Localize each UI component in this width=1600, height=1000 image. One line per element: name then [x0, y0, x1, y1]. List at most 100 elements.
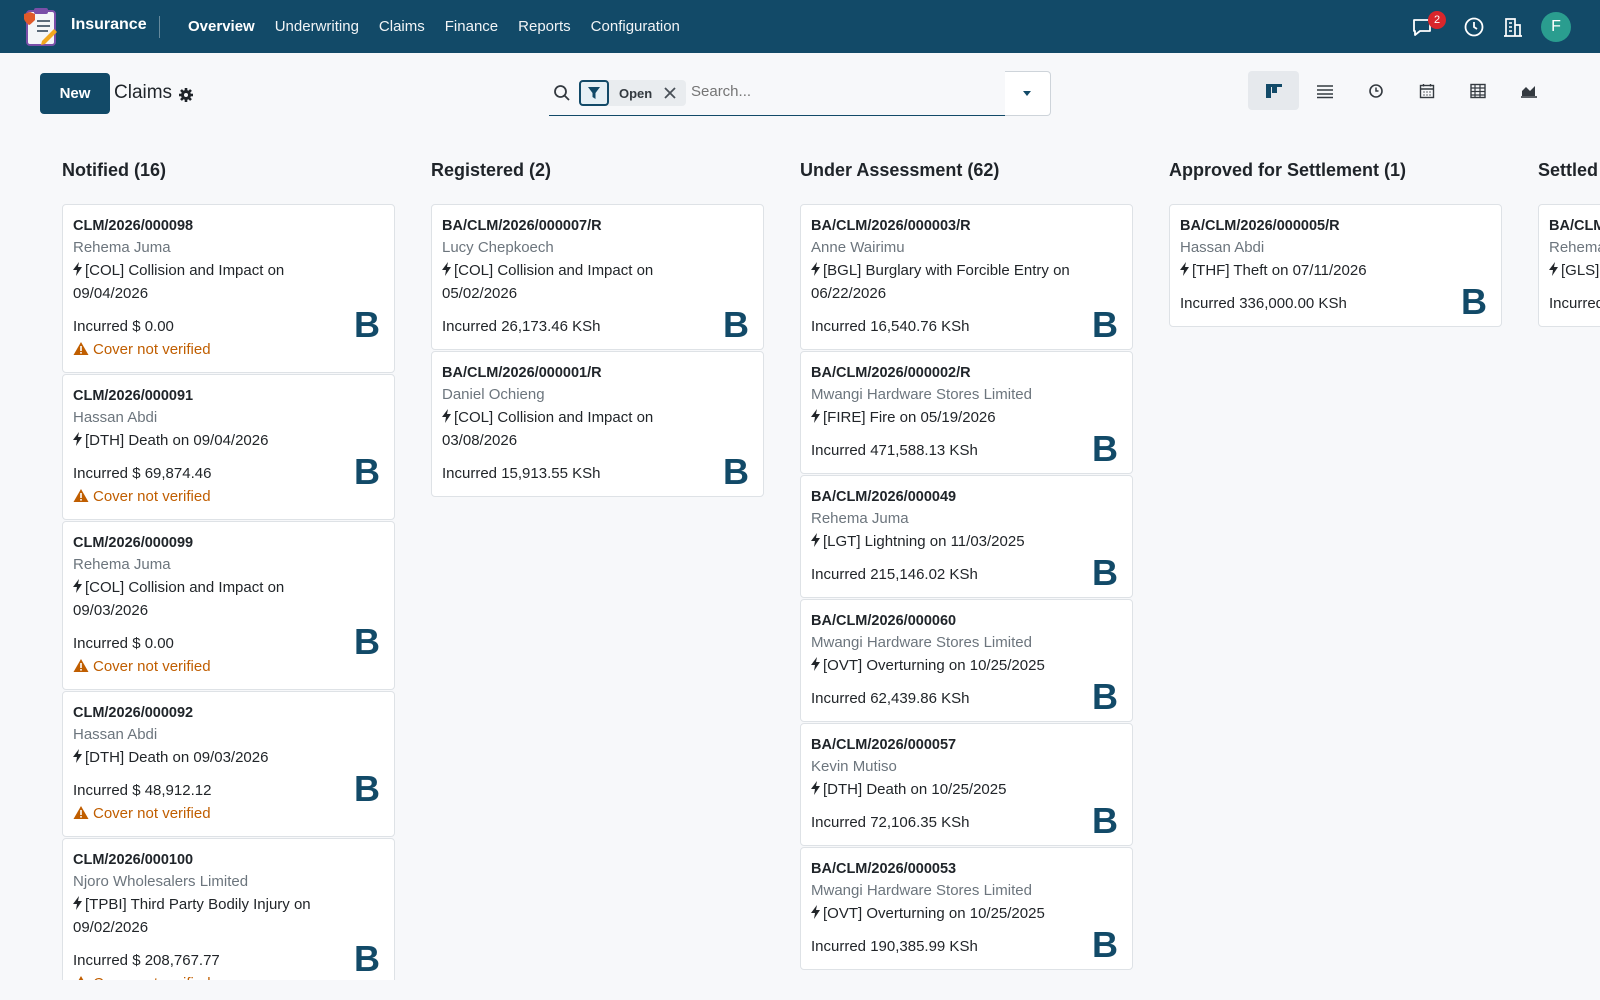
menu-finance[interactable]: Finance	[435, 18, 508, 35]
claim-partner: Mwangi Hardware Stores Limited	[811, 882, 1032, 899]
claim-reference: BA/CLM/2026/000049	[811, 489, 957, 505]
app-name[interactable]: Insurance	[71, 16, 147, 34]
claim-incurred: Incurred	[1549, 295, 1600, 312]
column-title[interactable]: Under Assessment (62)	[800, 160, 999, 181]
claim-incurred: Incurred $ 0.00	[73, 318, 174, 335]
claim-reference: BA/CLM/2026/000002/R	[811, 365, 971, 381]
claim-loss-line: [BGL] Burglary with Forcible Entry on 06…	[811, 259, 1122, 305]
claim-card[interactable]: BA/CLM/2026/000049 Rehema Juma [LGT] Light…	[800, 475, 1133, 598]
new-button[interactable]: New	[40, 73, 110, 114]
claim-card[interactable]: BA/CLM/2026/000057 Kevin Mutiso [DTH] Deat…	[800, 723, 1133, 846]
clock-icon[interactable]	[1462, 15, 1486, 39]
company-logo: B	[723, 451, 749, 492]
list-view-icon	[1316, 84, 1333, 98]
claim-loss: [COL] Collision and Impact on 05/02/2026	[442, 262, 654, 302]
claim-incurred: Incurred 190,385.99 KSh	[811, 938, 978, 955]
column-title[interactable]: Settled	[1538, 160, 1598, 181]
claim-reference: BA/CLM/2026/000004/R	[1549, 218, 1600, 234]
claim-incurred: Incurred 26,173.46 KSh	[442, 318, 601, 335]
claim-reference: CLM/2026/000099	[73, 535, 194, 551]
claim-partner: Rehema Juma	[811, 510, 909, 527]
bolt-icon	[1549, 260, 1558, 276]
claim-card[interactable]: BA/CLM/2026/000003/R Anne Wairimu [BGL] Bu…	[800, 204, 1133, 350]
nav-separator	[159, 16, 160, 38]
claim-partner: Hassan Abdi	[73, 409, 158, 426]
menu-underwriting[interactable]: Underwriting	[265, 18, 369, 35]
company-logo: B	[1092, 924, 1118, 965]
card-list: CLM/2026/000098 Rehema Juma [COL] Collisio…	[62, 204, 395, 980]
kanban-column: Under Assessment (62) BA/CLM/2026/000003/…	[800, 140, 1133, 980]
claim-loss-line: [TPBI] Third Party Bodily Injury on 09/0…	[73, 893, 384, 939]
kanban-view-button[interactable]	[1248, 71, 1299, 110]
claim-loss-line: [THF] Theft on 07/11/2026	[1180, 259, 1491, 282]
menu-configuration[interactable]: Configuration	[581, 18, 690, 35]
menu-reports[interactable]: Reports	[508, 18, 581, 35]
cover-warning-text: Cover not verified	[93, 975, 211, 980]
bolt-icon	[811, 655, 820, 671]
claim-card[interactable]: BA/CLM/2026/000005/R Hassan Abdi [THF] The…	[1169, 204, 1502, 327]
menu-overview[interactable]: Overview	[178, 18, 265, 35]
column-title[interactable]: Notified (16)	[62, 160, 166, 181]
claim-card[interactable]: CLM/2026/000099 Rehema Juma [COL] Collisio…	[62, 521, 395, 690]
claim-loss: [OVT] Overturning on 10/25/2025	[823, 657, 1045, 674]
claim-loss: [BGL] Burglary with Forcible Entry on 06…	[811, 262, 1070, 302]
claim-incurred: Incurred 62,439.86 KSh	[811, 690, 970, 707]
claim-reference: CLM/2026/000092	[73, 705, 194, 721]
user-avatar[interactable]: F	[1541, 12, 1571, 42]
card-list: BA/CLM/2026/000005/R Hassan Abdi [THF] The…	[1169, 204, 1502, 328]
claim-incurred: Incurred 15,913.55 KSh	[442, 465, 601, 482]
search-options-toggle[interactable]	[1005, 71, 1051, 116]
gear-icon[interactable]	[178, 87, 194, 103]
insurance-app-icon[interactable]	[20, 5, 62, 47]
claim-card[interactable]: BA/CLM/2026/000053 Mwangi Hardware Stores…	[800, 847, 1133, 970]
claim-card[interactable]: CLM/2026/000092 Hassan Abdi [DTH] Death on…	[62, 691, 395, 837]
column-title[interactable]: Approved for Settlement (1)	[1169, 160, 1406, 181]
claim-loss-line: [COL] Collision and Impact on 09/04/2026	[73, 259, 384, 305]
claim-card[interactable]: BA/CLM/2026/000004/R Rehema Juma [GLS] Gla…	[1538, 204, 1600, 327]
company-logo: B	[1092, 676, 1118, 717]
claim-card[interactable]: BA/CLM/2026/000001/R Daniel Ochieng [COL] …	[431, 351, 764, 497]
bolt-icon	[811, 903, 820, 919]
list-view-button[interactable]	[1299, 71, 1350, 110]
search-input[interactable]	[691, 83, 991, 100]
claim-loss: [COL] Collision and Impact on 09/04/2026	[73, 262, 285, 302]
claim-card[interactable]: CLM/2026/000100 Njoro Wholesalers Limited…	[62, 838, 395, 980]
claim-card[interactable]: BA/CLM/2026/000002/R Mwangi Hardware Stor…	[800, 351, 1133, 474]
claim-incurred: Incurred 471,588.13 KSh	[811, 442, 978, 459]
view-switcher	[1248, 71, 1554, 110]
company-icon[interactable]	[1501, 15, 1525, 39]
claim-partner: Njoro Wholesalers Limited	[73, 873, 249, 890]
close-icon[interactable]	[660, 83, 680, 103]
claim-card[interactable]: BA/CLM/2026/000007/R Lucy Chepkoech [COL] …	[431, 204, 764, 350]
bolt-icon	[1180, 260, 1189, 276]
cover-warning-text: Cover not verified	[93, 658, 211, 675]
claim-loss: [LGT] Lightning on 11/03/2025	[823, 533, 1025, 550]
claim-incurred: Incurred 336,000.00 KSh	[1180, 295, 1347, 312]
claim-card[interactable]: CLM/2026/000098 Rehema Juma [COL] Collisio…	[62, 204, 395, 373]
activity-view-button[interactable]	[1350, 71, 1401, 110]
bolt-icon	[73, 577, 82, 593]
claim-loss-line: [DTH] Death on 09/04/2026	[73, 429, 384, 452]
cover-warning: Cover not verified	[73, 485, 384, 508]
cover-warning: Cover not verified	[73, 972, 384, 980]
graph-view-button[interactable]	[1503, 71, 1554, 110]
claim-card[interactable]: CLM/2026/000091 Hassan Abdi [DTH] Death on…	[62, 374, 395, 520]
claim-partner: Rehema Juma	[73, 556, 171, 573]
bolt-icon	[73, 747, 82, 763]
search-bar: Open	[549, 71, 1005, 116]
company-logo: B	[723, 304, 749, 345]
bolt-icon	[442, 407, 451, 423]
caret-down-icon	[1023, 91, 1031, 96]
top-navbar: Insurance Overview Underwriting Claims F…	[0, 0, 1600, 53]
search-icon[interactable]	[553, 84, 571, 102]
column-title[interactable]: Registered (2)	[431, 160, 551, 181]
claim-partner: Anne Wairimu	[811, 239, 905, 256]
warning-icon	[73, 804, 89, 819]
claim-partner: Hassan Abdi	[1180, 239, 1265, 256]
bolt-icon	[811, 779, 820, 795]
menu-claims[interactable]: Claims	[369, 18, 435, 35]
claim-incurred: Incurred 72,106.35 KSh	[811, 814, 970, 831]
calendar-view-button[interactable]	[1401, 71, 1452, 110]
pivot-view-button[interactable]	[1452, 71, 1503, 110]
claim-card[interactable]: BA/CLM/2026/000060 Mwangi Hardware Stores…	[800, 599, 1133, 722]
